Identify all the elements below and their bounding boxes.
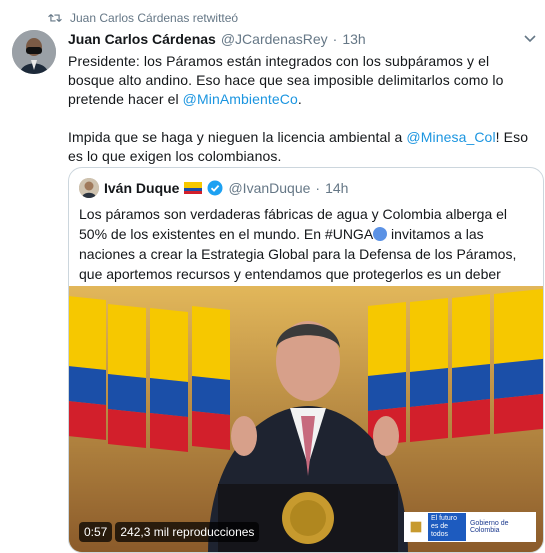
government-logo: El futuro es de todos Gobierno de Colombi… (404, 512, 536, 542)
author-handle[interactable]: @JCardenasRey (221, 31, 328, 47)
logo-label-gov: Gobierno de Colombia (469, 520, 509, 534)
separator-dot: · (315, 180, 321, 196)
separator-dot: · (332, 31, 338, 47)
tweet-paragraph-2: Impida que se haga y nieguen la licencia… (68, 128, 538, 166)
tweet: Juan Carlos Cárdenas @JCardenasRey · 13h… (68, 31, 538, 166)
video-badges: 0:57 242,3 mil reproducciones (79, 522, 260, 542)
colombia-flag-icon (184, 182, 203, 194)
logo-text: El futuro (430, 515, 458, 522)
chevron-down-icon[interactable] (522, 30, 538, 46)
text-span: . (297, 91, 302, 107)
tweet-text: Presidente: los Páramos están integrados… (68, 52, 538, 166)
mention-link[interactable]: @Minesa_Col (406, 129, 495, 145)
text-span: Impida que se haga y nieguen la licencia… (68, 129, 407, 145)
un-emoji-icon (373, 227, 388, 241)
video-player[interactable]: 0:57 242,3 mil reproducciones El futuro e… (69, 286, 543, 552)
tweet-paragraph-1: Presidente: los Páramos están integrados… (68, 52, 538, 109)
retweet-context[interactable]: Juan Carlos Cárdenas retwitteó (48, 11, 238, 25)
verified-icon (207, 180, 223, 196)
tweet-timestamp[interactable]: 13h (342, 31, 365, 47)
author-avatar[interactable] (12, 30, 56, 74)
quoted-author-handle: @IvanDuque (228, 180, 311, 196)
logo-label-slogan: El futuro es de todos (427, 513, 466, 541)
author-name[interactable]: Juan Carlos Cárdenas (68, 31, 216, 47)
podium (218, 484, 398, 552)
retweet-label: Juan Carlos Cárdenas retwitteó (70, 11, 239, 25)
quoted-author-avatar (79, 178, 99, 198)
retweet-icon (48, 14, 62, 22)
logo-text: es de todos (430, 523, 449, 538)
video-views: 242,3 mil reproducciones (115, 522, 260, 542)
tweet-header: Juan Carlos Cárdenas @JCardenasRey · 13h (68, 31, 538, 47)
quoted-tweet-timestamp: 14h (325, 180, 349, 196)
mention-link[interactable]: @MinAmbienteCo (183, 91, 298, 107)
quoted-tweet[interactable]: Iván Duque @IvanDuque · 14h Los páramos … (68, 167, 544, 553)
video-duration: 0:57 (79, 522, 113, 542)
quoted-tweet-header: Iván Duque @IvanDuque · 14h (79, 178, 348, 198)
quoted-author-name: Iván Duque (104, 180, 180, 196)
coat-of-arms-icon (410, 521, 422, 533)
